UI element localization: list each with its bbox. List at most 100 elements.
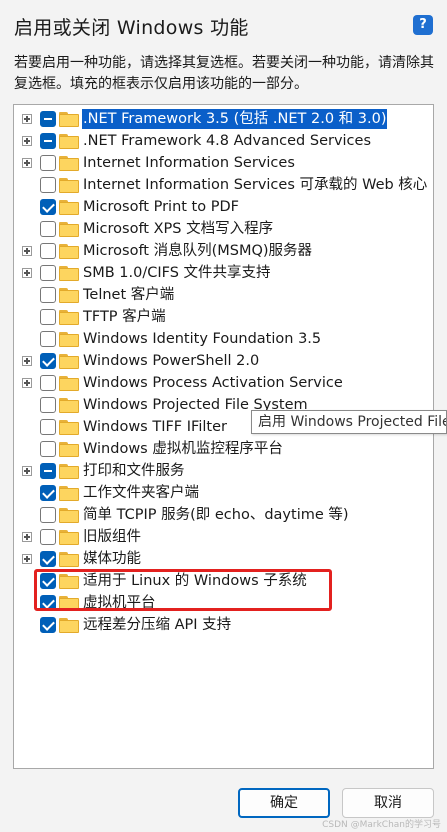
folder-icon xyxy=(59,354,79,369)
feature-checkbox[interactable] xyxy=(40,155,56,171)
feature-label[interactable]: Telnet 客户端 xyxy=(82,285,175,305)
expand-icon[interactable] xyxy=(22,136,32,146)
feature-label[interactable]: TFTP 客户端 xyxy=(82,307,167,327)
feature-row[interactable]: Telnet 客户端 xyxy=(14,284,433,306)
folder-icon xyxy=(59,178,79,193)
folder-icon xyxy=(59,420,79,435)
feature-label[interactable]: Internet Information Services xyxy=(82,153,296,173)
feature-label[interactable]: Windows 虚拟机监控程序平台 xyxy=(82,439,284,459)
feature-checkbox[interactable] xyxy=(40,309,56,325)
window-title: 启用或关闭 Windows 功能 xyxy=(14,17,249,39)
feature-checkbox[interactable] xyxy=(40,551,56,567)
feature-row[interactable]: 旧版组件 xyxy=(14,526,433,548)
expand-icon[interactable] xyxy=(22,466,32,476)
expand-icon[interactable] xyxy=(22,532,32,542)
feature-label[interactable]: Windows PowerShell 2.0 xyxy=(82,351,260,371)
feature-label[interactable]: 旧版组件 xyxy=(82,527,142,547)
folder-icon xyxy=(59,134,79,149)
feature-label[interactable]: 媒体功能 xyxy=(82,549,142,569)
feature-label[interactable]: Windows Process Activation Service xyxy=(82,373,344,393)
feature-row[interactable]: 远程差分压缩 API 支持 xyxy=(14,614,433,636)
feature-checkbox[interactable] xyxy=(40,529,56,545)
feature-checkbox[interactable] xyxy=(40,375,56,391)
folder-icon xyxy=(59,310,79,325)
folder-icon xyxy=(59,156,79,171)
feature-label[interactable]: Internet Information Services 可承载的 Web 核… xyxy=(82,175,428,195)
feature-checkbox[interactable] xyxy=(40,243,56,259)
ok-button[interactable]: 确定 xyxy=(238,788,330,818)
feature-checkbox[interactable] xyxy=(40,573,56,589)
feature-label[interactable]: 工作文件夹客户端 xyxy=(82,483,200,503)
feature-checkbox[interactable] xyxy=(40,441,56,457)
feature-row[interactable]: Windows PowerShell 2.0 xyxy=(14,350,433,372)
folder-icon xyxy=(59,200,79,215)
folder-icon xyxy=(59,508,79,523)
expand-icon[interactable] xyxy=(22,246,32,256)
feature-checkbox[interactable] xyxy=(40,463,56,479)
expand-icon[interactable] xyxy=(22,378,32,388)
feature-row[interactable]: Internet Information Services 可承载的 Web 核… xyxy=(14,174,433,196)
feature-checkbox[interactable] xyxy=(40,133,56,149)
feature-row[interactable]: Microsoft 消息队列(MSMQ)服务器 xyxy=(14,240,433,262)
feature-checkbox[interactable] xyxy=(40,617,56,633)
feature-checkbox[interactable] xyxy=(40,111,56,127)
feature-label[interactable]: 虚拟机平台 xyxy=(82,593,157,613)
feature-row[interactable]: 工作文件夹客户端 xyxy=(14,482,433,504)
feature-label[interactable]: 适用于 Linux 的 Windows 子系统 xyxy=(82,571,308,591)
feature-label[interactable]: Windows Identity Foundation 3.5 xyxy=(82,329,322,349)
feature-label[interactable]: .NET Framework 4.8 Advanced Services xyxy=(82,131,372,151)
folder-icon xyxy=(59,464,79,479)
feature-label[interactable]: 简单 TCPIP 服务(即 echo、daytime 等) xyxy=(82,505,350,525)
folder-icon xyxy=(59,574,79,589)
expand-icon[interactable] xyxy=(22,554,32,564)
feature-checkbox[interactable] xyxy=(40,221,56,237)
expand-icon[interactable] xyxy=(22,158,32,168)
feature-checkbox[interactable] xyxy=(40,397,56,413)
feature-label[interactable]: 打印和文件服务 xyxy=(82,461,186,481)
feature-label[interactable]: Microsoft XPS 文档写入程序 xyxy=(82,219,274,239)
feature-checkbox[interactable] xyxy=(40,177,56,193)
feature-row[interactable]: 媒体功能 xyxy=(14,548,433,570)
help-icon[interactable]: ? xyxy=(413,15,433,35)
feature-checkbox[interactable] xyxy=(40,507,56,523)
folder-icon xyxy=(59,530,79,545)
feature-row[interactable]: Microsoft Print to PDF xyxy=(14,196,433,218)
feature-row[interactable]: Microsoft XPS 文档写入程序 xyxy=(14,218,433,240)
feature-checkbox[interactable] xyxy=(40,287,56,303)
feature-label[interactable]: Windows TIFF IFilter xyxy=(82,417,228,437)
watermark: CSDN @MarkChan的学习号 xyxy=(322,820,441,830)
features-tree[interactable]: .NET Framework 3.5 (包括 .NET 2.0 和 3.0) .N… xyxy=(13,104,434,769)
feature-row[interactable]: 适用于 Linux 的 Windows 子系统 xyxy=(14,570,433,592)
feature-row[interactable]: Internet Information Services xyxy=(14,152,433,174)
feature-row[interactable]: TFTP 客户端 xyxy=(14,306,433,328)
feature-checkbox[interactable] xyxy=(40,199,56,215)
feature-row[interactable]: Windows Identity Foundation 3.5 xyxy=(14,328,433,350)
feature-label[interactable]: 远程差分压缩 API 支持 xyxy=(82,615,232,635)
feature-checkbox[interactable] xyxy=(40,485,56,501)
cancel-button[interactable]: 取消 xyxy=(342,788,434,818)
folder-icon xyxy=(59,442,79,457)
feature-row[interactable]: SMB 1.0/CIFS 文件共享支持 xyxy=(14,262,433,284)
expand-icon[interactable] xyxy=(22,356,32,366)
expand-icon[interactable] xyxy=(22,268,32,278)
feature-label[interactable]: .NET Framework 3.5 (包括 .NET 2.0 和 3.0) xyxy=(82,109,388,129)
feature-row[interactable]: .NET Framework 4.8 Advanced Services xyxy=(14,130,433,152)
feature-label[interactable]: Microsoft 消息队列(MSMQ)服务器 xyxy=(82,241,313,261)
feature-checkbox[interactable] xyxy=(40,595,56,611)
feature-checkbox[interactable] xyxy=(40,353,56,369)
feature-row[interactable]: 虚拟机平台 xyxy=(14,592,433,614)
feature-label[interactable]: Microsoft Print to PDF xyxy=(82,197,240,217)
folder-icon xyxy=(59,596,79,611)
feature-checkbox[interactable] xyxy=(40,331,56,347)
feature-checkbox[interactable] xyxy=(40,419,56,435)
folder-icon xyxy=(59,618,79,633)
feature-row[interactable]: 简单 TCPIP 服务(即 echo、daytime 等) xyxy=(14,504,433,526)
feature-label[interactable]: SMB 1.0/CIFS 文件共享支持 xyxy=(82,263,272,283)
feature-checkbox[interactable] xyxy=(40,265,56,281)
feature-row[interactable]: Windows 虚拟机监控程序平台 xyxy=(14,438,433,460)
folder-icon xyxy=(59,222,79,237)
feature-row[interactable]: .NET Framework 3.5 (包括 .NET 2.0 和 3.0) xyxy=(14,108,433,130)
expand-icon[interactable] xyxy=(22,114,32,124)
feature-row[interactable]: 打印和文件服务 xyxy=(14,460,433,482)
feature-row[interactable]: Windows Process Activation Service xyxy=(14,372,433,394)
